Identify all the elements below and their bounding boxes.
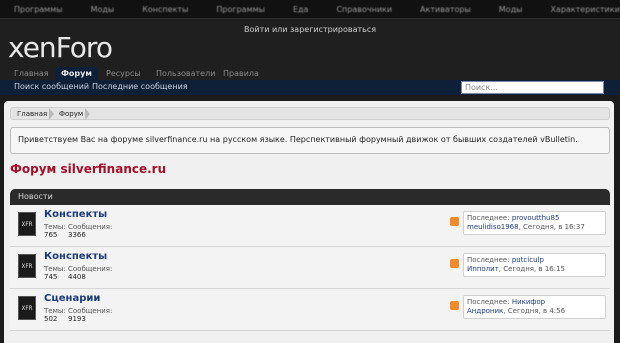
logo-tail: Foro [55, 31, 113, 64]
top-link-strip: Программы Моды Конспекты Программы Еда С… [0, 0, 620, 18]
page-title: Форум silverfinance.ru [10, 162, 167, 176]
last-post-time: , Сегодня, в 16:15 [498, 265, 565, 273]
last-post-time: , Сегодня, в 16:37 [518, 223, 585, 231]
forum-node-stats: Темы: Сообщения: 745 4408 [44, 265, 112, 281]
forum-node-title[interactable]: Конспекты [44, 209, 107, 220]
top-link[interactable]: Моды [485, 5, 537, 14]
posts-label: Сообщения: [67, 307, 113, 315]
last-post-box: Последнее: provoutthu85 meulidiso1968, С… [463, 211, 606, 235]
forum-node: XFR Конспекты Темы: Сообщения: 745 4408 П… [10, 247, 610, 289]
top-link[interactable]: Конспекты [128, 5, 202, 14]
welcome-notice: Приветствуем Вас на форуме silverfinance… [10, 127, 610, 154]
breadcrumb: Главная Форум [10, 107, 610, 120]
tab-users[interactable]: Пользователи [150, 67, 221, 80]
tab-home[interactable]: Главная [8, 67, 55, 80]
last-post-time: , Сегодня, в 4:56 [503, 307, 566, 315]
last-post-box: Последнее: putciculp Ипполит, Сегодня, в… [463, 253, 606, 277]
tab-rules[interactable]: Правила [217, 67, 265, 80]
last-post-title[interactable]: putciculp [512, 256, 544, 264]
posts-count: 9193 [68, 315, 86, 323]
posts-label: Сообщения: [67, 265, 113, 273]
top-link[interactable]: Программы [202, 5, 279, 14]
last-post-title[interactable]: Никифор [512, 298, 545, 306]
main-tabs: Главная Форум Ресурсы Пользователи Прави… [0, 66, 620, 80]
top-link[interactable]: Активаторы [406, 5, 485, 14]
posts-label: Сообщения: [67, 223, 113, 231]
last-post-box: Последнее: Никифор Андроник, Сегодня, в … [463, 295, 606, 319]
forum-node: XFR Сценарии Темы: Сообщения: 502 9193 По… [10, 289, 610, 331]
forum-node-icon: XFR [18, 212, 36, 236]
site-header: xenForo Войти или зарегистрироваться [0, 18, 620, 66]
category-block: Новости XFR Конспекты Темы: Сообщения: 7… [10, 189, 610, 343]
rss-icon[interactable] [450, 301, 459, 310]
rss-icon[interactable] [450, 217, 459, 226]
rss-icon[interactable] [450, 259, 459, 268]
sub-navbar: Поиск сообщений Последние сообщения Поис… [0, 80, 620, 95]
last-post-label: Последнее: [467, 256, 510, 264]
forum-node: XFR Конспекты Темы: Сообщения: 765 3366 П… [10, 205, 610, 247]
forum-node-icon: XFR [18, 296, 36, 320]
breadcrumb-separator-icon [85, 108, 90, 120]
last-post-user[interactable]: Ипполит [467, 265, 499, 273]
content-panel: Главная Форум Приветствуем Вас на форуме… [4, 101, 614, 343]
site-logo[interactable]: xenForo [8, 31, 113, 64]
forum-node-stats: Темы: Сообщения: 765 3366 [44, 223, 112, 239]
search-input[interactable]: Поиск... [461, 81, 604, 94]
threads-label: Темы: [44, 265, 66, 273]
threads-count: 745 [44, 273, 58, 281]
forum-node-title[interactable]: Конспекты [44, 251, 107, 262]
forum-node-title[interactable]: Сценарии [44, 293, 100, 304]
breadcrumb-home[interactable]: Главная [17, 110, 47, 118]
threads-label: Темы: [44, 223, 66, 231]
threads-label: Темы: [44, 307, 66, 315]
tab-resources[interactable]: Ресурсы [100, 67, 147, 80]
breadcrumb-forum[interactable]: Форум [59, 110, 83, 118]
last-post-title[interactable]: provoutthu85 [512, 214, 560, 222]
category-header[interactable]: Новости [10, 189, 610, 205]
last-post-user[interactable]: meulidiso1968 [467, 223, 519, 231]
top-link[interactable]: Справочники [322, 5, 406, 14]
top-link[interactable]: Характеристики [536, 5, 620, 14]
last-post-user[interactable]: Андроник [467, 307, 503, 315]
forum-node-stats: Темы: Сообщения: 502 9193 [44, 307, 112, 323]
forum-node-icon: XFR [18, 254, 36, 278]
logo-main: xen [8, 31, 57, 64]
top-link[interactable]: Моды [77, 5, 129, 14]
threads-count: 765 [44, 231, 58, 239]
breadcrumb-separator-icon [49, 108, 54, 120]
posts-count: 4408 [68, 273, 86, 281]
last-post-label: Последнее: [467, 298, 510, 306]
recent-posts-link[interactable]: Последние сообщения [92, 82, 188, 91]
tab-forum[interactable]: Форум [55, 67, 98, 80]
search-posts-link[interactable]: Поиск сообщений [14, 82, 89, 91]
last-post-label: Последнее: [467, 214, 510, 222]
threads-count: 502 [44, 315, 58, 323]
posts-count: 3366 [68, 231, 86, 239]
top-link[interactable]: Еда [279, 5, 323, 14]
top-link[interactable]: Программы [0, 5, 77, 14]
login-register-link[interactable]: Войти или зарегистрироваться [244, 25, 376, 34]
